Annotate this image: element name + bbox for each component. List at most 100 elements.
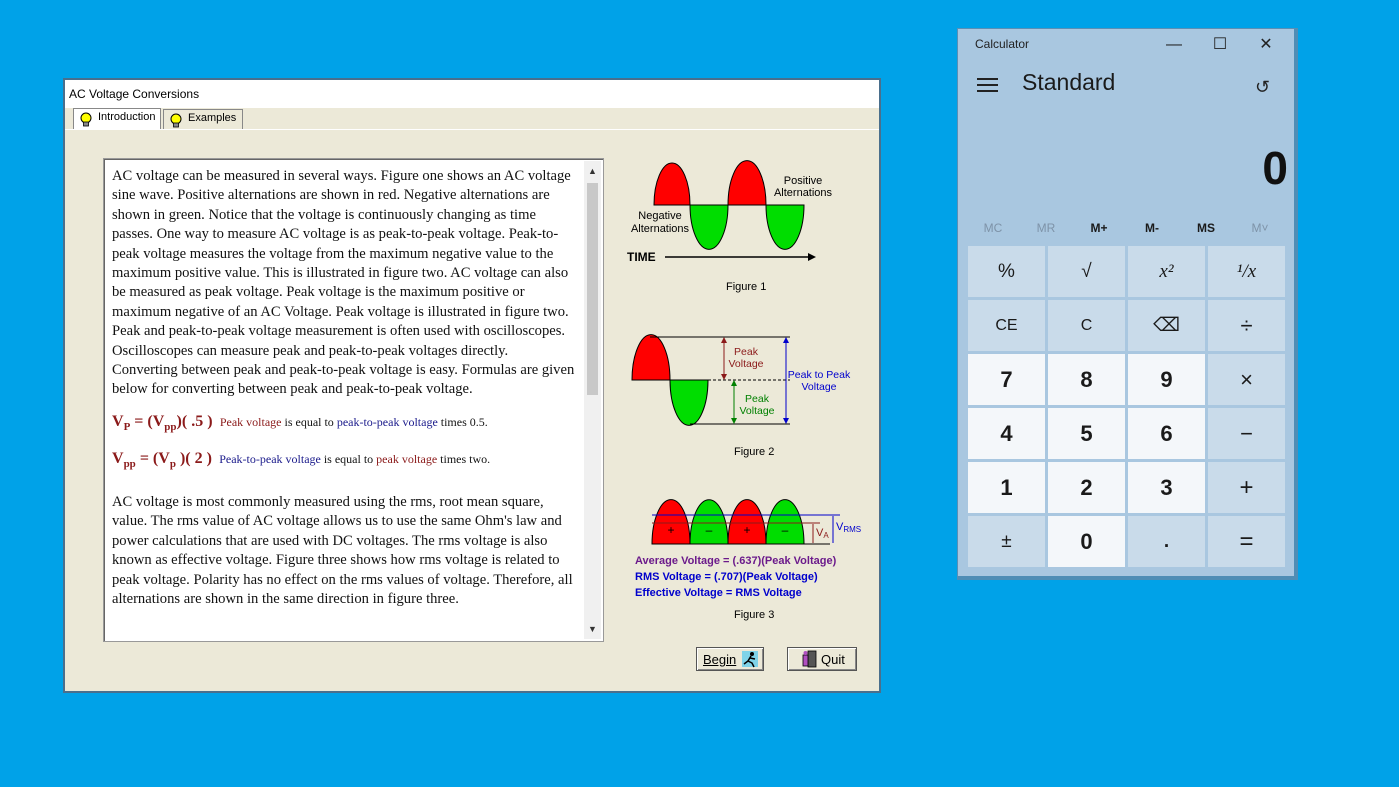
p2p-label: Peak to Peak <box>788 369 851 381</box>
clear-entry-key[interactable]: CE <box>968 300 1045 351</box>
formula-peak-expression: VP = (Vpp)( .5 ) <box>112 412 213 434</box>
peak-label: Peak <box>734 346 759 358</box>
desc-term: Peak voltage <box>219 414 282 429</box>
window-titlebar[interactable]: AC Voltage Conversions <box>65 80 879 108</box>
digit-0-key[interactable]: 0 <box>1048 516 1125 567</box>
digit-2-key[interactable]: 2 <box>1048 462 1125 513</box>
scroll-up-arrow-icon[interactable]: ▲ <box>584 163 601 179</box>
positive-label: Positive <box>784 175 823 187</box>
digit-3-key[interactable]: 3 <box>1128 462 1205 513</box>
formula-peak-to-peak: Vpp = (Vp )( 2 ) Peak-to-peak voltage is… <box>112 449 576 475</box>
digit-7-key[interactable]: 7 <box>968 354 1045 405</box>
positive-alternation <box>631 334 671 381</box>
positive-label: Alternations <box>774 187 833 199</box>
history-icon[interactable]: ↺ <box>1255 77 1270 98</box>
desc-text: times two. <box>437 452 491 467</box>
tab-label: Examples <box>188 112 237 124</box>
vrms-subscript: RMS <box>843 525 861 534</box>
calculator-window: Calculator — ☐ ✕ Standard ↺ 0 MC MR M+ M… <box>957 28 1298 580</box>
figure-1-caption: Figure 1 <box>726 281 767 293</box>
lightbulb-icon <box>80 112 92 127</box>
negative-alternation <box>669 379 709 426</box>
square-key[interactable]: x² <box>1128 246 1205 297</box>
memory-subtract-button[interactable]: M- <box>1132 221 1172 235</box>
minus-sign: – <box>706 523 713 537</box>
intro-text-panel[interactable]: AC voltage can be measured in several wa… <box>103 158 604 642</box>
negate-key[interactable]: ± <box>968 516 1045 567</box>
desc-term: peak-to-peak voltage <box>336 414 438 429</box>
positive-alternation <box>727 160 767 206</box>
clear-key[interactable]: C <box>1048 300 1125 351</box>
divide-key[interactable]: ÷ <box>1208 300 1285 351</box>
negative-alternation <box>689 204 729 250</box>
arrow-up-icon <box>721 337 727 343</box>
memory-list-button[interactable]: M˅ <box>1240 221 1280 235</box>
formula-symbol: )( 2 ) <box>175 450 212 468</box>
hamburger-menu-icon[interactable] <box>977 78 998 96</box>
memory-store-button[interactable]: MS <box>1186 221 1226 235</box>
peak-label: Voltage <box>728 358 763 370</box>
figure-1-sine-wave: Positive Alternations Negative Alternati… <box>627 160 833 264</box>
maximize-icon[interactable]: ☐ <box>1197 32 1243 58</box>
vrms-label: VRMS <box>836 521 861 534</box>
begin-button[interactable]: Begin <box>696 647 764 671</box>
formula-symbol: = (V <box>135 450 170 468</box>
memory-recall-button[interactable]: MR <box>1026 221 1066 235</box>
decimal-key[interactable]: . <box>1128 516 1205 567</box>
tab-examples[interactable]: Examples <box>163 109 243 129</box>
negative-label: Alternations <box>631 223 690 235</box>
scroll-thumb[interactable] <box>587 183 598 395</box>
desc-text: is equal to <box>281 414 337 429</box>
digit-1-key[interactable]: 1 <box>968 462 1045 513</box>
calculator-title: Calculator <box>975 37 1030 51</box>
minimize-icon[interactable]: — <box>1151 32 1197 58</box>
formula-peak-description: Peak voltage is equal to peak-to-peak vo… <box>220 415 488 429</box>
digit-6-key[interactable]: 6 <box>1128 408 1205 459</box>
multiply-key[interactable]: × <box>1208 354 1285 405</box>
add-key[interactable]: + <box>1208 462 1285 513</box>
tab-divider <box>65 129 879 130</box>
backspace-key[interactable]: ⌫ <box>1128 300 1205 351</box>
memory-clear-button[interactable]: MC <box>973 221 1013 235</box>
average-voltage-formula: Average Voltage = (.637)(Peak Voltage) <box>635 555 837 567</box>
percent-key[interactable]: % <box>968 246 1045 297</box>
minus-sign: – <box>782 523 789 537</box>
calculator-mode-title: Standard <box>1022 69 1116 95</box>
close-icon[interactable]: ✕ <box>1243 32 1289 58</box>
plus-sign: + <box>667 523 674 537</box>
equals-key[interactable]: = <box>1208 516 1285 567</box>
intro-text-content: AC voltage can be measured in several wa… <box>112 167 576 620</box>
text-scrollbar[interactable]: ▲ ▼ <box>584 161 601 639</box>
subtract-key[interactable]: − <box>1208 408 1285 459</box>
p2p-label: Voltage <box>801 381 836 393</box>
plus-sign: + <box>743 523 750 537</box>
digit-9-key[interactable]: 9 <box>1128 354 1205 405</box>
figure-2-caption: Figure 2 <box>734 446 775 458</box>
arrow-down-icon <box>783 418 789 424</box>
positive-alternation <box>653 162 691 206</box>
arrow-up-icon <box>731 380 737 386</box>
formula-symbol: V <box>112 412 124 430</box>
tab-introduction[interactable]: Introduction <box>73 108 161 130</box>
digit-5-key[interactable]: 5 <box>1048 408 1125 459</box>
square-root-key[interactable]: √ <box>1048 246 1125 297</box>
exit-door-icon <box>802 650 817 668</box>
digit-8-key[interactable]: 8 <box>1048 354 1125 405</box>
arrow-down-icon <box>721 374 727 380</box>
rectified-alternation <box>765 499 805 545</box>
figure-3-caption: Figure 3 <box>734 609 775 621</box>
time-arrow-icon <box>808 253 816 261</box>
window-title: AC Voltage Conversions <box>69 87 200 101</box>
digit-4-key[interactable]: 4 <box>968 408 1045 459</box>
peak-label-2: Voltage <box>739 405 774 417</box>
formula-p2p-expression: Vpp = (Vp )( 2 ) <box>112 450 212 470</box>
memory-add-button[interactable]: M+ <box>1079 221 1119 235</box>
scroll-down-arrow-icon[interactable]: ▼ <box>584 621 601 637</box>
formula-subscript: pp <box>164 421 177 434</box>
rectified-alternation <box>689 499 729 545</box>
reciprocal-key[interactable]: ¹/x <box>1208 246 1285 297</box>
quit-button[interactable]: Quit <box>787 647 857 671</box>
ac-voltage-window: AC Voltage Conversions Introduction Exam… <box>63 78 881 693</box>
rms-paragraph: AC voltage is most commonly measured usi… <box>112 494 573 608</box>
desc-text: is equal to <box>320 452 377 467</box>
